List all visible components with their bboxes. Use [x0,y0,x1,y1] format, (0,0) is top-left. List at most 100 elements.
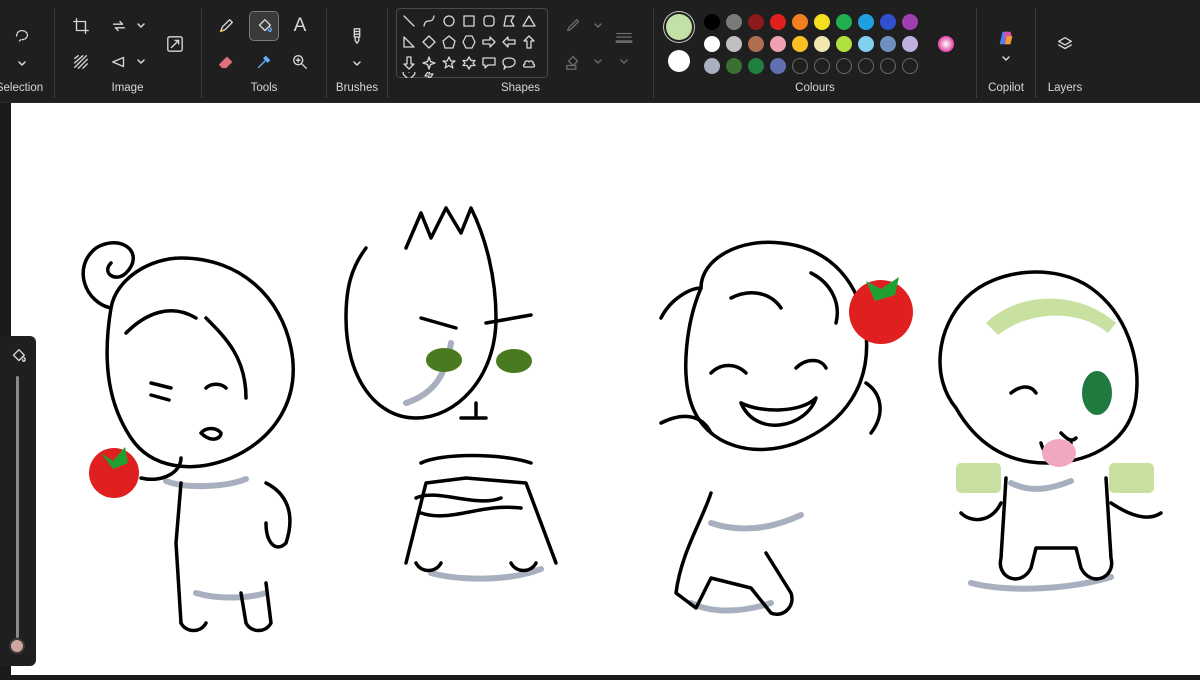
brushes-group-label: Brushes [335,82,379,94]
fill-bucket-icon[interactable] [249,11,279,41]
edit-colours-icon[interactable] [932,30,960,58]
colour-swatch[interactable] [704,36,720,52]
colour-swatch[interactable] [726,36,742,52]
down-arrow-shape-icon[interactable] [400,54,418,72]
outline-chevron-down-icon[interactable] [584,12,612,40]
layers-group: Layers [1036,0,1094,100]
line-size-chevron-down-icon[interactable] [610,48,638,76]
colour-swatch[interactable] [880,58,896,74]
colours-group: Colours [654,0,976,100]
colour-swatch[interactable] [748,36,764,52]
colour-swatch[interactable] [836,36,852,52]
shapes-gallery [396,8,548,78]
character-2 [344,206,558,573]
colour-swatch[interactable] [880,14,896,30]
rectangular-callout-shape-icon[interactable] [480,54,498,72]
rounded-rectangle-shape-icon[interactable] [480,12,498,30]
colour-swatch[interactable] [726,14,742,30]
shapes-group-label: Shapes [500,82,540,94]
headband [986,298,1116,335]
tools-group: A Tools [202,0,326,100]
brush-size-slider-track[interactable] [16,376,19,638]
tomato-1 [89,448,139,498]
eraser-icon[interactable] [212,48,240,76]
colour-swatch[interactable] [858,36,874,52]
layers-icon[interactable] [1051,30,1079,58]
colour-swatch[interactable] [792,36,808,52]
line-shape-icon[interactable] [400,12,418,30]
colour-swatch[interactable] [748,58,764,74]
colour-swatch[interactable] [836,14,852,30]
rotate-chevron-down-icon[interactable] [127,12,155,40]
brush-icon[interactable] [343,22,371,50]
diamond-shape-icon[interactable] [420,33,438,51]
flip-chevron-down-icon[interactable] [127,48,155,76]
colour-swatch[interactable] [814,36,830,52]
four-point-star-shape-icon[interactable] [420,54,438,72]
pencil-icon[interactable] [212,12,240,40]
left-arrow-shape-icon[interactable] [500,33,518,51]
selection-chevron-down-icon[interactable] [8,50,36,78]
colour-swatch[interactable] [748,14,764,30]
rectangle-shape-icon[interactable] [460,12,478,30]
curve-shape-icon[interactable] [420,12,438,30]
freeform-select-icon[interactable] [8,22,36,50]
crop-icon[interactable] [67,12,95,40]
colour-swatch[interactable] [902,58,918,74]
oval-callout-shape-icon[interactable] [500,54,518,72]
color-picker-icon[interactable] [250,48,278,76]
polygon-shape-icon[interactable] [500,12,518,30]
oval-shape-icon[interactable] [440,12,458,30]
colour-swatch[interactable] [704,14,720,30]
triangle-shape-icon[interactable] [520,12,538,30]
cloud-callout-shape-icon[interactable] [520,54,538,72]
up-arrow-shape-icon[interactable] [520,33,538,51]
colour-swatch[interactable] [770,58,786,74]
heart-shape-icon[interactable] [400,72,418,78]
brush-size-slider-thumb[interactable] [9,638,25,654]
drawing-canvas[interactable] [11,103,1200,675]
secondary-colour-swatch[interactable] [668,50,690,72]
copilot-group: Copilot [977,0,1035,100]
color-accents [89,277,1154,498]
right-triangle-shape-icon[interactable] [400,33,418,51]
colour-swatch[interactable] [880,36,896,52]
character-3 [659,240,882,616]
colour-swatch[interactable] [770,36,786,52]
lightning-shape-icon[interactable] [420,72,438,78]
colour-swatch[interactable] [726,58,742,74]
fill-chevron-down-icon[interactable] [584,48,612,76]
selection-group-label: Selection [0,82,44,94]
brush-size-panel [0,336,36,666]
colour-swatch[interactable] [902,36,918,52]
magnifier-icon[interactable] [286,48,314,76]
tongue [1042,439,1076,467]
hexagon-shape-icon[interactable] [460,33,478,51]
six-point-star-shape-icon[interactable] [460,54,478,72]
text-icon[interactable]: A [286,12,314,40]
drawing [81,206,1163,633]
colour-swatch[interactable] [792,58,808,74]
selection-group: Selection [0,0,45,100]
brushes-chevron-down-icon[interactable] [343,50,371,78]
colour-swatch[interactable] [792,14,808,30]
shapes-group: Shapes [388,0,653,100]
primary-colour-swatch[interactable] [666,14,692,40]
canvas-area [0,103,1200,675]
image-group-label: Image [111,82,144,94]
colour-swatch[interactable] [858,14,874,30]
colour-swatch[interactable] [704,58,720,74]
five-point-star-shape-icon[interactable] [440,54,458,72]
colour-swatch[interactable] [814,14,830,30]
colour-swatch[interactable] [836,58,852,74]
pentagon-shape-icon[interactable] [440,33,458,51]
colour-swatch[interactable] [814,58,830,74]
resize-icon[interactable] [161,30,189,58]
right-arrow-shape-icon[interactable] [480,33,498,51]
colour-swatch[interactable] [770,14,786,30]
colour-swatch[interactable] [902,14,918,30]
remove-background-icon[interactable] [67,48,95,76]
colour-swatch[interactable] [858,58,874,74]
fill-bucket-icon [4,342,32,370]
copilot-chevron-down-icon[interactable] [992,45,1020,73]
